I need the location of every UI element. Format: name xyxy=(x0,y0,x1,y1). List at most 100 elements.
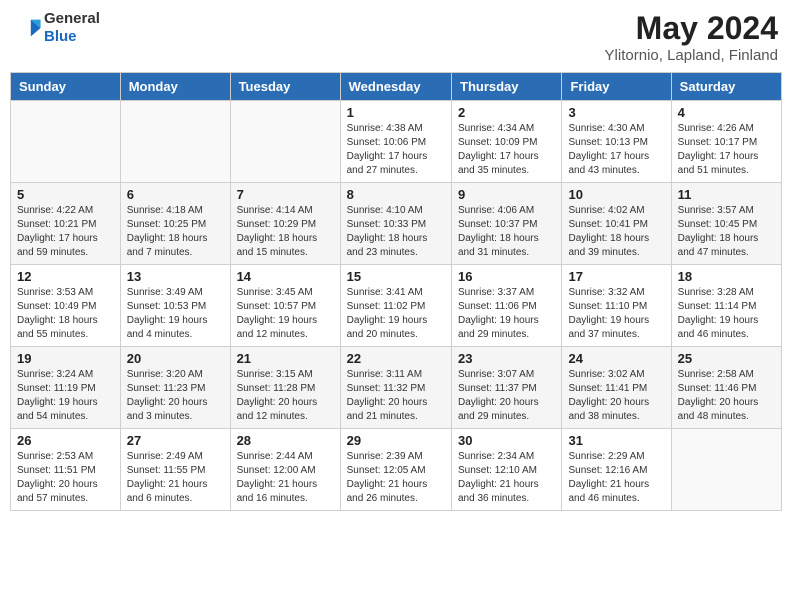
calendar-cell: 17Sunrise: 3:32 AMSunset: 11:10 PMDaylig… xyxy=(562,265,671,347)
day-number: 21 xyxy=(237,351,334,366)
day-number: 3 xyxy=(568,105,664,120)
day-info: Sunrise: 3:45 AMSunset: 10:57 PMDaylight… xyxy=(237,286,334,342)
calendar-header-row: SundayMondayTuesdayWednesdayThursdayFrid… xyxy=(11,73,782,101)
day-info: Sunrise: 3:02 AMSunset: 11:41 PMDaylight… xyxy=(568,368,664,424)
day-number: 22 xyxy=(347,351,445,366)
calendar-cell: 6 Sunrise: 4:18 AMSunset: 10:25 PMDayligh… xyxy=(120,183,230,265)
day-info: Sunrise: 2:49 AMSunset: 11:55 PMDaylight… xyxy=(127,450,224,506)
calendar-cell: 25 Sunrise: 2:58 AMSunset: 11:46 PMDaylig… xyxy=(671,347,781,429)
day-header-friday: Friday xyxy=(562,73,671,101)
calendar-table: SundayMondayTuesdayWednesdayThursdayFrid… xyxy=(10,72,782,511)
day-info: Sunrise: 3:49 AMSunset: 10:53 PMDaylight… xyxy=(127,286,224,342)
calendar-cell: 21 Sunrise: 3:15 AMSunset: 11:28 PMDaylig… xyxy=(230,347,340,429)
day-info: Sunrise: 3:15 AMSunset: 11:28 PMDaylight… xyxy=(237,368,334,424)
day-info: Sunrise: 4:38 AMSunset: 10:06 PMDaylight… xyxy=(347,122,445,178)
day-header-monday: Monday xyxy=(120,73,230,101)
day-info: Sunrise: 3:07 AMSunset: 11:37 PMDaylight… xyxy=(458,368,555,424)
day-header-wednesday: Wednesday xyxy=(340,73,451,101)
day-info: Sunrise: 2:39 AMSunset: 12:05 AMDaylight… xyxy=(347,450,445,506)
calendar-cell: 31 Sunrise: 2:29 AMSunset: 12:16 AMDaylig… xyxy=(562,429,671,511)
day-info: Sunrise: 3:37 AMSunset: 11:06 PMDaylight… xyxy=(458,286,555,342)
calendar-cell: 22 Sunrise: 3:11 AMSunset: 11:32 PMDaylig… xyxy=(340,347,451,429)
day-number: 14 xyxy=(237,269,334,284)
logo: General Blue xyxy=(14,10,100,46)
calendar-cell: 24 Sunrise: 3:02 AMSunset: 11:41 PMDaylig… xyxy=(562,347,671,429)
day-number: 7 xyxy=(237,187,334,202)
day-number: 24 xyxy=(568,351,664,366)
calendar-cell xyxy=(11,101,121,183)
day-info: Sunrise: 4:02 AMSunset: 10:41 PMDaylight… xyxy=(568,204,664,260)
day-info: Sunrise: 2:34 AMSunset: 12:10 AMDaylight… xyxy=(458,450,555,506)
calendar-cell: 30Sunrise: 2:34 AMSunset: 12:10 AMDaylig… xyxy=(452,429,562,511)
day-info: Sunrise: 2:29 AMSunset: 12:16 AMDaylight… xyxy=(568,450,664,506)
day-number: 15 xyxy=(347,269,445,284)
calendar-cell xyxy=(120,101,230,183)
day-info: Sunrise: 4:22 AMSunset: 10:21 PMDaylight… xyxy=(17,204,114,260)
calendar-cell: 15Sunrise: 3:41 AMSunset: 11:02 PMDaylig… xyxy=(340,265,451,347)
day-info: Sunrise: 4:26 AMSunset: 10:17 PMDaylight… xyxy=(678,122,775,178)
logo-icon xyxy=(14,14,42,42)
day-number: 20 xyxy=(127,351,224,366)
calendar-cell: 8 Sunrise: 4:10 AMSunset: 10:33 PMDayligh… xyxy=(340,183,451,265)
day-number: 4 xyxy=(678,105,775,120)
calendar-week-row: 19 Sunrise: 3:24 AMSunset: 11:19 PMDaylig… xyxy=(11,347,782,429)
day-info: Sunrise: 4:06 AMSunset: 10:37 PMDaylight… xyxy=(458,204,555,260)
calendar-cell: 4 Sunrise: 4:26 AMSunset: 10:17 PMDayligh… xyxy=(671,101,781,183)
day-number: 6 xyxy=(127,187,224,202)
day-number: 19 xyxy=(17,351,114,366)
calendar-cell xyxy=(230,101,340,183)
day-number: 11 xyxy=(678,187,775,202)
day-number: 26 xyxy=(17,433,114,448)
day-header-saturday: Saturday xyxy=(671,73,781,101)
day-number: 5 xyxy=(17,187,114,202)
day-number: 1 xyxy=(347,105,445,120)
day-number: 27 xyxy=(127,433,224,448)
day-info: Sunrise: 4:34 AMSunset: 10:09 PMDaylight… xyxy=(458,122,555,178)
day-number: 10 xyxy=(568,187,664,202)
day-info: Sunrise: 3:24 AMSunset: 11:19 PMDaylight… xyxy=(17,368,114,424)
calendar-cell: 13 Sunrise: 3:49 AMSunset: 10:53 PMDaylig… xyxy=(120,265,230,347)
title-section: May 2024 Ylitornio, Lapland, Finland xyxy=(605,10,778,64)
calendar-cell: 12 Sunrise: 3:53 AMSunset: 10:49 PMDaylig… xyxy=(11,265,121,347)
day-number: 16 xyxy=(458,269,555,284)
calendar-week-row: 5 Sunrise: 4:22 AMSunset: 10:21 PMDayligh… xyxy=(11,183,782,265)
logo-text: General Blue xyxy=(44,10,100,46)
day-number: 13 xyxy=(127,269,224,284)
day-number: 31 xyxy=(568,433,664,448)
day-info: Sunrise: 2:44 AMSunset: 12:00 AMDaylight… xyxy=(237,450,334,506)
day-header-sunday: Sunday xyxy=(11,73,121,101)
calendar-cell: 28Sunrise: 2:44 AMSunset: 12:00 AMDaylig… xyxy=(230,429,340,511)
day-header-thursday: Thursday xyxy=(452,73,562,101)
day-info: Sunrise: 2:58 AMSunset: 11:46 PMDaylight… xyxy=(678,368,775,424)
day-info: Sunrise: 3:53 AMSunset: 10:49 PMDaylight… xyxy=(17,286,114,342)
calendar-cell: 3 Sunrise: 4:30 AMSunset: 10:13 PMDayligh… xyxy=(562,101,671,183)
day-number: 12 xyxy=(17,269,114,284)
day-info: Sunrise: 4:30 AMSunset: 10:13 PMDaylight… xyxy=(568,122,664,178)
calendar-cell: 7Sunrise: 4:14 AMSunset: 10:29 PMDayligh… xyxy=(230,183,340,265)
calendar-week-row: 26Sunrise: 2:53 AMSunset: 11:51 PMDaylig… xyxy=(11,429,782,511)
page-header: General Blue May 2024 Ylitornio, Lapland… xyxy=(10,10,782,64)
calendar-cell: 16 Sunrise: 3:37 AMSunset: 11:06 PMDaylig… xyxy=(452,265,562,347)
calendar-cell: 1 Sunrise: 4:38 AMSunset: 10:06 PMDayligh… xyxy=(340,101,451,183)
day-number: 8 xyxy=(347,187,445,202)
calendar-cell: 27 Sunrise: 2:49 AMSunset: 11:55 PMDaylig… xyxy=(120,429,230,511)
day-number: 17 xyxy=(568,269,664,284)
day-info: Sunrise: 4:18 AMSunset: 10:25 PMDaylight… xyxy=(127,204,224,260)
calendar-cell: 23Sunrise: 3:07 AMSunset: 11:37 PMDaylig… xyxy=(452,347,562,429)
day-info: Sunrise: 4:10 AMSunset: 10:33 PMDaylight… xyxy=(347,204,445,260)
day-number: 25 xyxy=(678,351,775,366)
day-info: Sunrise: 3:28 AMSunset: 11:14 PMDaylight… xyxy=(678,286,775,342)
calendar-cell: 5 Sunrise: 4:22 AMSunset: 10:21 PMDayligh… xyxy=(11,183,121,265)
location: Ylitornio, Lapland, Finland xyxy=(605,47,778,64)
day-info: Sunrise: 3:20 AMSunset: 11:23 PMDaylight… xyxy=(127,368,224,424)
calendar-cell xyxy=(671,429,781,511)
calendar-week-row: 12 Sunrise: 3:53 AMSunset: 10:49 PMDaylig… xyxy=(11,265,782,347)
calendar-cell: 9 Sunrise: 4:06 AMSunset: 10:37 PMDayligh… xyxy=(452,183,562,265)
calendar-cell: 14 Sunrise: 3:45 AMSunset: 10:57 PMDaylig… xyxy=(230,265,340,347)
day-info: Sunrise: 3:11 AMSunset: 11:32 PMDaylight… xyxy=(347,368,445,424)
day-number: 9 xyxy=(458,187,555,202)
day-number: 2 xyxy=(458,105,555,120)
calendar-cell: 18Sunrise: 3:28 AMSunset: 11:14 PMDaylig… xyxy=(671,265,781,347)
calendar-cell: 29Sunrise: 2:39 AMSunset: 12:05 AMDaylig… xyxy=(340,429,451,511)
calendar-cell: 19 Sunrise: 3:24 AMSunset: 11:19 PMDaylig… xyxy=(11,347,121,429)
